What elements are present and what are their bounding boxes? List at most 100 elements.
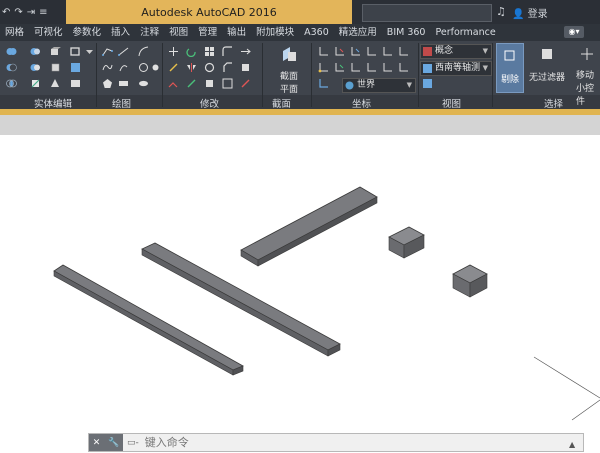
ucs-zaxis-icon[interactable] (382, 62, 393, 73)
3d-rotate-icon[interactable] (186, 78, 197, 89)
arc-icon[interactable] (138, 46, 149, 57)
tab-mesh[interactable]: 网格 (0, 24, 29, 41)
polyline-icon[interactable] (102, 46, 113, 57)
stretch-icon[interactable] (240, 46, 251, 57)
tab-overflow-button[interactable]: ◉▾ (564, 26, 584, 38)
solid-box[interactable] (388, 226, 425, 259)
fillet-edge-icon[interactable] (70, 62, 81, 73)
search-input[interactable] (363, 5, 489, 19)
circle-icon[interactable] (138, 62, 149, 73)
3d-move-icon[interactable] (168, 62, 179, 73)
offset-icon[interactable] (204, 78, 215, 89)
mirror-icon[interactable] (186, 62, 197, 73)
panel-label-view[interactable]: 视图 (442, 96, 461, 110)
ucs-z-icon[interactable] (350, 46, 361, 57)
polygon-icon[interactable] (102, 78, 113, 89)
drawing-canvas[interactable] (0, 135, 600, 450)
tab-parametric[interactable]: 参数化 (68, 24, 107, 41)
caret-up-icon[interactable]: ▲ (569, 440, 575, 449)
rotate-icon[interactable] (186, 46, 197, 57)
tab-insert[interactable]: 插入 (106, 24, 135, 41)
panel-label-draw[interactable]: 绘图 (112, 96, 131, 110)
filter-cube-icon[interactable] (540, 47, 554, 61)
offset-edge-icon[interactable] (70, 78, 81, 89)
erase-icon[interactable] (240, 78, 251, 89)
ucs-origin-icon[interactable] (318, 62, 329, 73)
extrude-faces-icon[interactable] (50, 46, 61, 57)
ucs-view-icon[interactable] (350, 62, 361, 73)
line-icon[interactable] (118, 46, 129, 57)
command-input[interactable] (142, 435, 447, 450)
command-line[interactable]: ✕ 🔧 ▭- (88, 433, 584, 452)
move-icon[interactable] (168, 46, 179, 57)
signin-button[interactable]: 👤 登录 (512, 5, 548, 20)
tab-annotate[interactable]: 注释 (135, 24, 164, 41)
section-plane-icon[interactable] (280, 46, 298, 64)
ucs-object-icon[interactable] (366, 46, 377, 57)
close-icon[interactable]: ✕ (93, 438, 101, 448)
align-icon[interactable] (168, 78, 179, 89)
panel-label-solid-editing[interactable]: 实体编辑 (34, 96, 72, 110)
tab-performance[interactable]: Performance (430, 24, 500, 41)
slice-icon[interactable] (30, 62, 41, 73)
region-icon[interactable] (150, 62, 161, 73)
tab-manage[interactable]: 管理 (193, 24, 222, 41)
rectangle-icon[interactable] (118, 78, 129, 89)
tab-a360[interactable]: A360 (299, 24, 334, 41)
shell-icon[interactable] (70, 46, 81, 57)
scale-icon[interactable] (204, 62, 215, 73)
binoculars-icon[interactable]: ♫ (496, 5, 506, 18)
ucs-icon[interactable] (318, 46, 329, 57)
ellipse-icon[interactable] (138, 78, 149, 89)
section-plane-button[interactable]: 截面 平面 (276, 69, 302, 95)
qa-menu-icon[interactable]: ≡ (39, 7, 47, 18)
ucs-named-icon[interactable] (398, 46, 409, 57)
subtract-icon[interactable] (6, 62, 17, 73)
chamfer-icon[interactable] (222, 62, 233, 73)
gizmo-icon[interactable] (580, 47, 594, 61)
dropdown-icon[interactable] (84, 46, 95, 57)
view-direction-dropdown[interactable]: 西南等轴测 ▼ (420, 61, 492, 76)
union-icon[interactable] (6, 46, 17, 57)
tab-addins[interactable]: 附加模块 (251, 24, 299, 41)
array-icon[interactable] (204, 46, 215, 57)
ucs-y-icon[interactable] (334, 62, 345, 73)
separate-icon[interactable] (50, 62, 61, 73)
intersect-icon[interactable] (6, 78, 17, 89)
solid-box[interactable] (452, 264, 488, 298)
tab-featured-apps[interactable]: 精选应用 (334, 24, 382, 41)
viewport-config-icon[interactable] (422, 78, 433, 89)
visual-style-dropdown[interactable]: 概念 ▼ (420, 44, 492, 59)
trim-icon[interactable] (222, 78, 233, 89)
extract-edges-icon[interactable] (30, 78, 41, 89)
redo-icon[interactable]: ↷ (14, 7, 22, 18)
panel-label-selection[interactable]: 选择 (544, 96, 563, 110)
fillet-icon[interactable] (222, 46, 233, 57)
ucs-3point-icon[interactable] (382, 46, 393, 57)
spline-icon[interactable] (102, 62, 113, 73)
imprint-icon[interactable] (50, 78, 61, 89)
wrench-icon[interactable]: 🔧 (108, 438, 119, 448)
ucs-x-icon[interactable] (334, 46, 345, 57)
culling-button[interactable]: 剔除 (496, 43, 524, 93)
panel-label-section[interactable]: 截面 (272, 96, 291, 110)
solid-bar[interactable] (240, 186, 378, 267)
ucs-face-icon[interactable] (366, 62, 377, 73)
panel-label-coordinates[interactable]: 坐标 (352, 96, 371, 110)
ucs-icon-toggle[interactable] (318, 78, 329, 89)
tab-bim360[interactable]: BIM 360 (382, 24, 431, 41)
ucs-previous-icon[interactable] (398, 62, 409, 73)
tab-visualize[interactable]: 可视化 (29, 24, 68, 41)
panel-label-modify[interactable]: 修改 (200, 96, 219, 110)
move-gizmo-button[interactable]: 移动 小控件 (576, 68, 600, 107)
tab-view[interactable]: 视图 (164, 24, 193, 41)
search-box[interactable] (362, 4, 492, 22)
plot-icon[interactable]: ⇥ (27, 7, 35, 18)
no-filter-button[interactable]: 无过滤器 (526, 70, 568, 83)
interfere-icon[interactable] (30, 46, 41, 57)
tab-output[interactable]: 输出 (222, 24, 251, 41)
explode-icon[interactable] (240, 62, 251, 73)
helix-icon[interactable] (118, 62, 129, 73)
undo-icon[interactable]: ↶ (2, 7, 10, 18)
ucs-dropdown[interactable]: 世界 ▼ (342, 78, 416, 93)
